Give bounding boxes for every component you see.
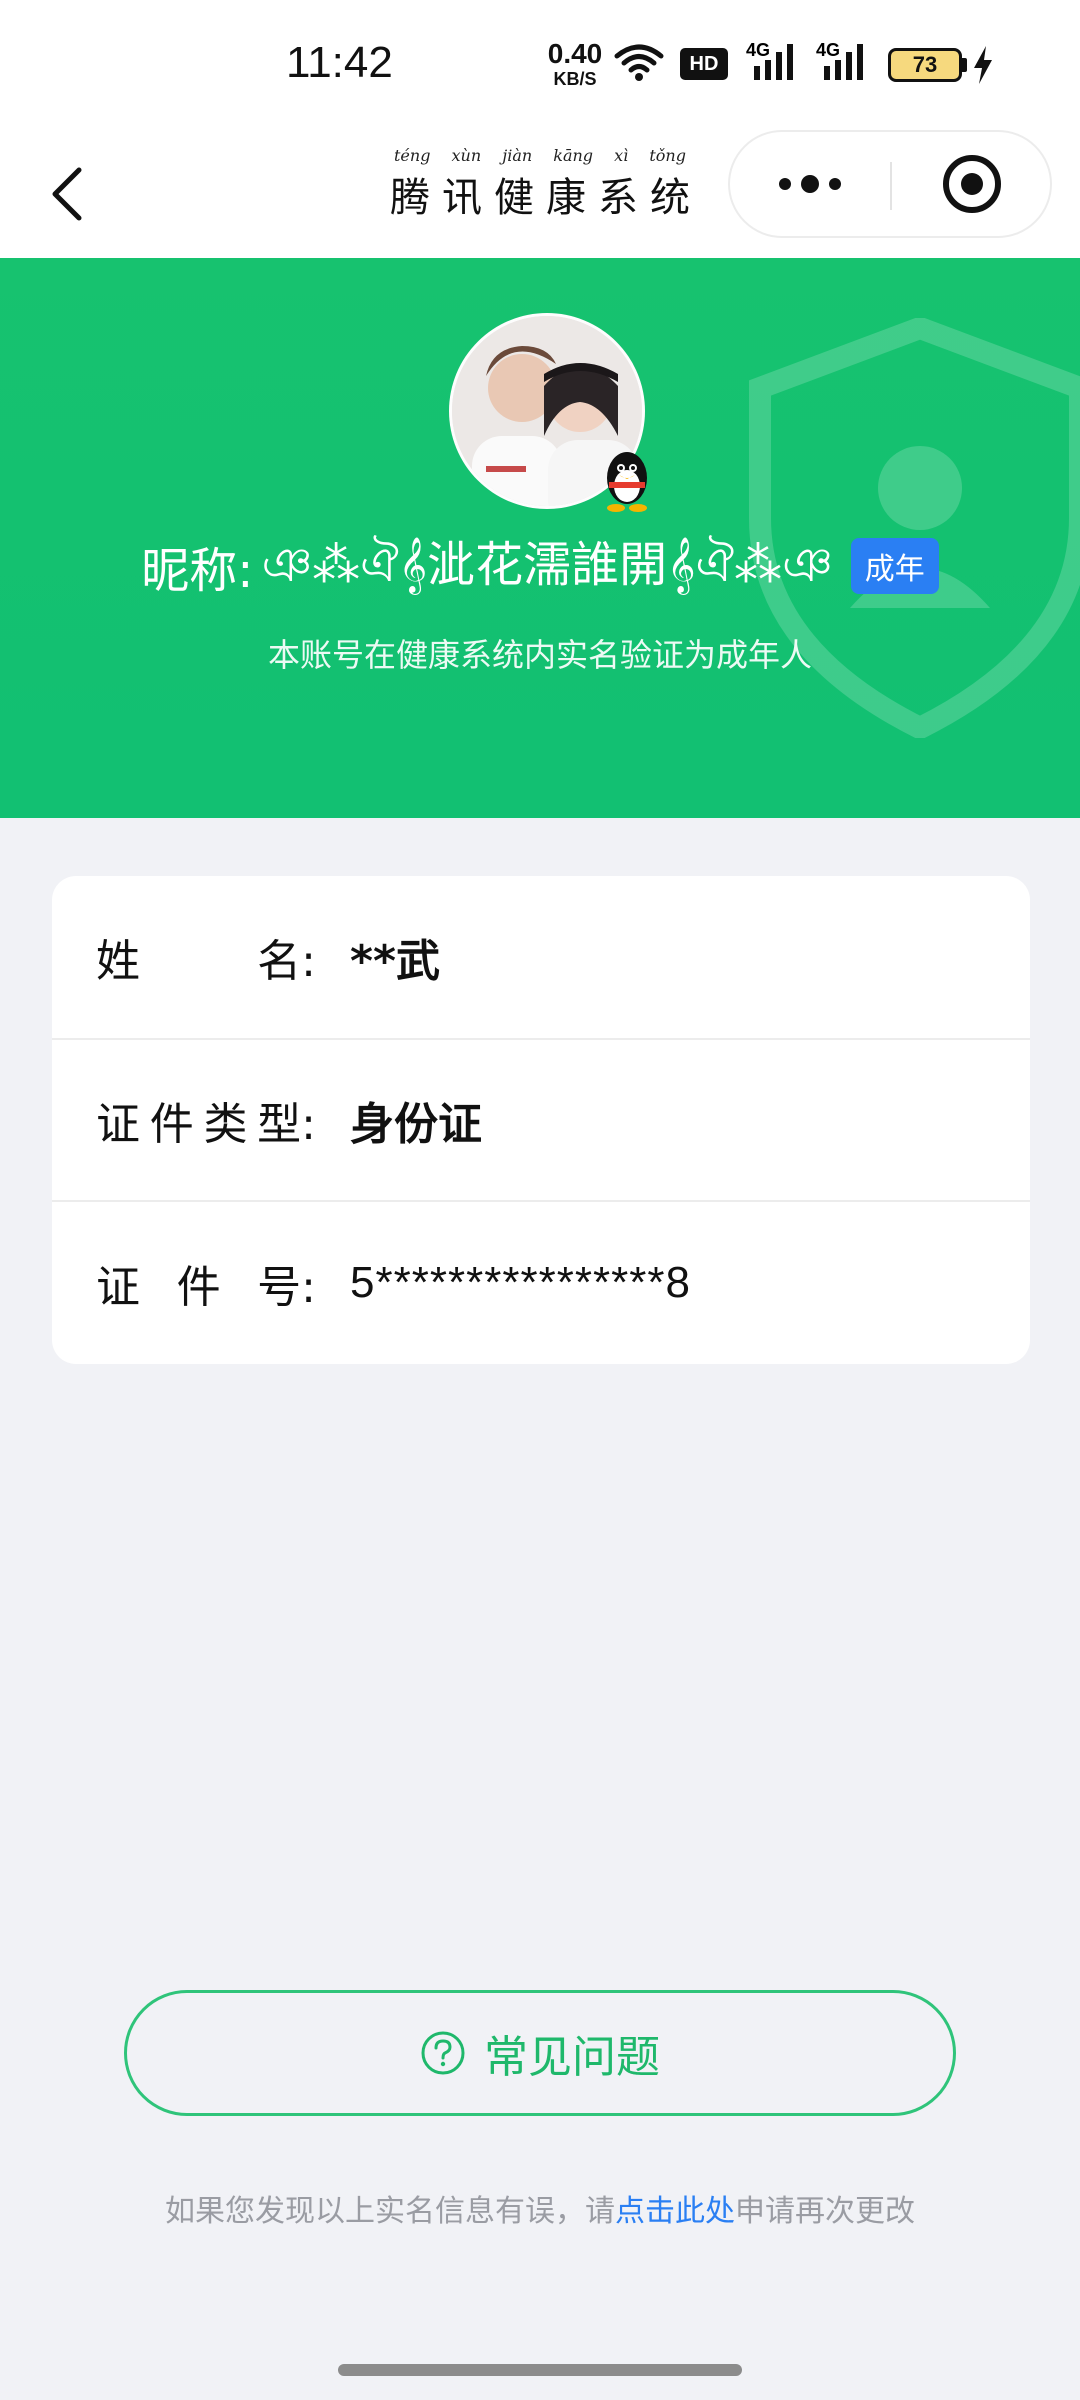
signal-icon-1: 4G: [746, 40, 802, 84]
battery-icon: 73: [888, 48, 962, 82]
pinyin-4: xì: [614, 146, 629, 165]
hanzi-4: 系: [598, 175, 638, 221]
adult-badge: 成年: [850, 538, 939, 594]
page-title: téng xùn jiàn kāng xì tǒng 腾 讯 健 康 系 统: [390, 146, 690, 236]
correction-link[interactable]: 点击此处: [615, 2194, 735, 2229]
net-speed: 0.40 KB/S: [544, 38, 606, 89]
pinyin-3: kāng: [553, 146, 594, 165]
label-char: 型:: [257, 1099, 316, 1150]
hanzi-1: 讯: [442, 175, 482, 221]
close-target-icon: [943, 155, 1001, 213]
info-row-id-type: 证 件 类 型: 身份证: [52, 1038, 1030, 1200]
label-char: 类: [203, 1099, 248, 1150]
info-label-name: 姓 名:: [96, 927, 316, 987]
profile-header: 昵称: ঞ⁂ঐ𝄞泚花濡誰開𝄞ঐ⁂ঞ 成年 本账号在健康系统内实名验证为成年人: [0, 258, 1080, 818]
pinyin-0: téng: [394, 146, 431, 165]
info-value-name: **武: [350, 936, 441, 987]
wifi-icon: [614, 44, 664, 81]
footer-note: 如果您发现以上实名信息有误，请点击此处申请再次更改: [0, 2186, 1080, 2230]
info-value-id-type: 身份证: [350, 1099, 482, 1150]
mini-program-capsule: [728, 130, 1052, 238]
nickname-value: ঞ⁂ঐ𝄞泚花濡誰開𝄞ঐ⁂ঞ: [261, 536, 833, 593]
close-button[interactable]: [892, 132, 1052, 236]
net-speed-value: 0.40: [547, 38, 603, 69]
label-char: 件: [149, 1099, 194, 1150]
battery-tip: [962, 58, 967, 72]
charging-icon: [974, 46, 992, 84]
battery-level: 73: [912, 52, 938, 77]
info-row-id-number: 证 件 号: 5****************8: [52, 1200, 1030, 1364]
home-indicator[interactable]: [338, 2364, 742, 2376]
footer-suffix: 申请再次更改: [735, 2194, 915, 2229]
label-char: 件: [176, 1262, 221, 1313]
question-circle-icon: [421, 2031, 465, 2075]
status-bar: 11:42 0.40 KB/S HD 4G 4G 73: [0, 0, 1080, 130]
faq-button[interactable]: 常见问题: [124, 1990, 956, 2116]
verification-text: 本账号在健康系统内实名验证为成年人: [267, 636, 812, 674]
label-char: 证: [96, 1099, 140, 1150]
info-label-id-number: 证 件 号:: [96, 1253, 316, 1313]
label-char: 名:: [257, 936, 316, 987]
status-time: 11:42: [286, 38, 393, 87]
faq-label: 常见问题: [484, 2032, 660, 2083]
back-arrow-icon: [52, 167, 82, 221]
nickname-label: 昵称:: [141, 543, 254, 599]
nav-bar: téng xùn jiàn kāng xì tǒng 腾 讯 健 康 系 统: [0, 130, 1080, 258]
pinyin-2: jiàn: [502, 146, 533, 165]
hd-icon: HD: [680, 48, 728, 80]
hd-label: HD: [689, 52, 719, 75]
label-char: 号:: [257, 1262, 316, 1313]
hanzi-5: 统: [650, 175, 690, 221]
footer-prefix: 如果您发现以上实名信息有误，请: [165, 2194, 615, 2229]
info-row-name: 姓 名: **武: [52, 876, 1030, 1038]
title-hanzi: 腾 讯 健 康 系 统: [390, 165, 690, 223]
hanzi-0: 腾: [390, 175, 430, 221]
info-label-id-type: 证 件 类 型:: [96, 1090, 316, 1150]
identity-info-card: 姓 名: **武 证 件 类 型: 身份证 证 件 号: 5**********…: [52, 876, 1030, 1364]
title-pinyin: téng xùn jiàn kāng xì tǒng: [390, 146, 690, 165]
pinyin-5: tǒng: [649, 146, 686, 165]
net-speed-unit: KB/S: [553, 69, 597, 89]
more-dots-icon: [779, 175, 841, 193]
label-char: 证: [96, 1262, 140, 1313]
hanzi-3: 康: [546, 175, 586, 221]
more-button[interactable]: [730, 132, 890, 236]
pinyin-1: xùn: [451, 146, 482, 165]
qq-penguin-icon: [607, 452, 647, 512]
info-value-id-number: 5****************8: [350, 1258, 691, 1307]
back-button[interactable]: [36, 154, 96, 234]
hanzi-2: 健: [494, 175, 534, 221]
label-char: 姓: [96, 936, 140, 987]
nickname-row: 昵称: ঞ⁂ঐ𝄞泚花濡誰開𝄞ঐ⁂ঞ 成年: [0, 526, 1080, 606]
signal-icon-2: 4G: [816, 40, 872, 84]
